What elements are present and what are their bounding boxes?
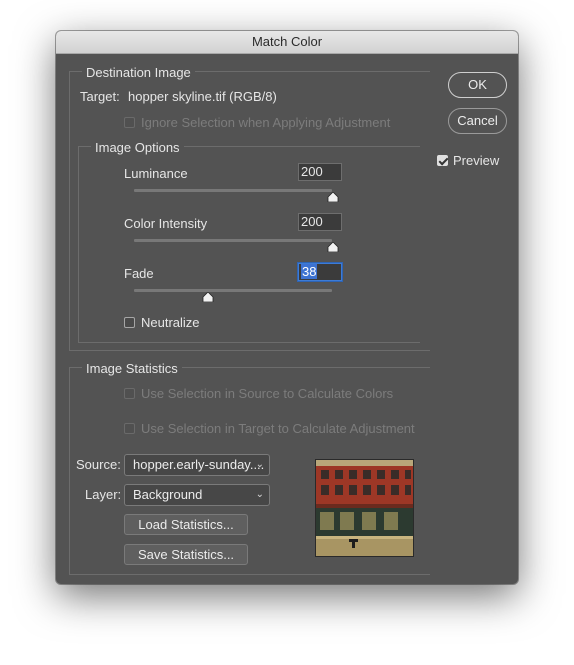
source-label: Source: bbox=[76, 457, 121, 472]
layer-dropdown[interactable]: Background ⌄ bbox=[124, 484, 270, 506]
save-statistics-button[interactable]: Save Statistics... bbox=[124, 544, 248, 565]
ignore-selection-checkbox[interactable] bbox=[124, 117, 135, 128]
luminance-slider-thumb[interactable] bbox=[327, 192, 339, 202]
window-title: Match Color bbox=[56, 31, 518, 54]
color-intensity-field[interactable]: 200 bbox=[298, 213, 342, 231]
color-intensity-slider-thumb[interactable] bbox=[327, 242, 339, 252]
fade-label: Fade bbox=[124, 266, 154, 281]
layer-label: Layer: bbox=[85, 487, 122, 502]
fade-field-value: 38 bbox=[301, 264, 318, 279]
neutralize-checkbox[interactable] bbox=[124, 317, 135, 328]
preview-checkbox[interactable] bbox=[437, 155, 448, 166]
use-selection-target-label: Use Selection in Target to Calculate Adj… bbox=[141, 421, 415, 436]
use-selection-target-checkbox[interactable] bbox=[124, 423, 135, 434]
use-selection-source-label: Use Selection in Source to Calculate Col… bbox=[141, 386, 394, 401]
target-label: Target: bbox=[80, 89, 120, 104]
chevron-down-icon: ⌄ bbox=[255, 489, 264, 500]
luminance-slider-track[interactable] bbox=[134, 189, 332, 192]
luminance-field[interactable]: 200 bbox=[298, 163, 342, 181]
match-color-dialog: Match Color Destination Image Target: ho… bbox=[56, 31, 518, 584]
source-thumbnail-image bbox=[316, 460, 413, 556]
image-options-legend: Image Options bbox=[91, 140, 184, 155]
ignore-selection-label: Ignore Selection when Applying Adjustmen… bbox=[141, 115, 391, 130]
chevron-down-icon: ⌄ bbox=[255, 459, 264, 470]
source-dropdown-value: hopper.early-sunday.... bbox=[133, 457, 265, 472]
preview-label: Preview bbox=[453, 153, 500, 168]
source-dropdown[interactable]: hopper.early-sunday.... ⌄ bbox=[124, 454, 270, 476]
color-intensity-slider-track[interactable] bbox=[134, 239, 332, 242]
destination-image-legend: Destination Image bbox=[82, 65, 195, 80]
fade-slider-track[interactable] bbox=[134, 289, 332, 292]
fade-field[interactable]: 38 bbox=[298, 263, 342, 281]
target-value: hopper skyline.tif (RGB/8) bbox=[128, 89, 277, 104]
luminance-label: Luminance bbox=[124, 166, 188, 181]
layer-dropdown-value: Background bbox=[133, 487, 203, 502]
neutralize-label: Neutralize bbox=[141, 315, 200, 330]
source-thumbnail bbox=[315, 459, 414, 557]
fade-slider-thumb[interactable] bbox=[202, 292, 214, 302]
color-intensity-label: Color Intensity bbox=[124, 216, 208, 231]
ok-button[interactable]: OK bbox=[448, 72, 507, 98]
cancel-button[interactable]: Cancel bbox=[448, 108, 507, 134]
use-selection-source-checkbox[interactable] bbox=[124, 388, 135, 399]
load-statistics-button[interactable]: Load Statistics... bbox=[124, 514, 248, 535]
image-statistics-legend: Image Statistics bbox=[82, 361, 182, 376]
